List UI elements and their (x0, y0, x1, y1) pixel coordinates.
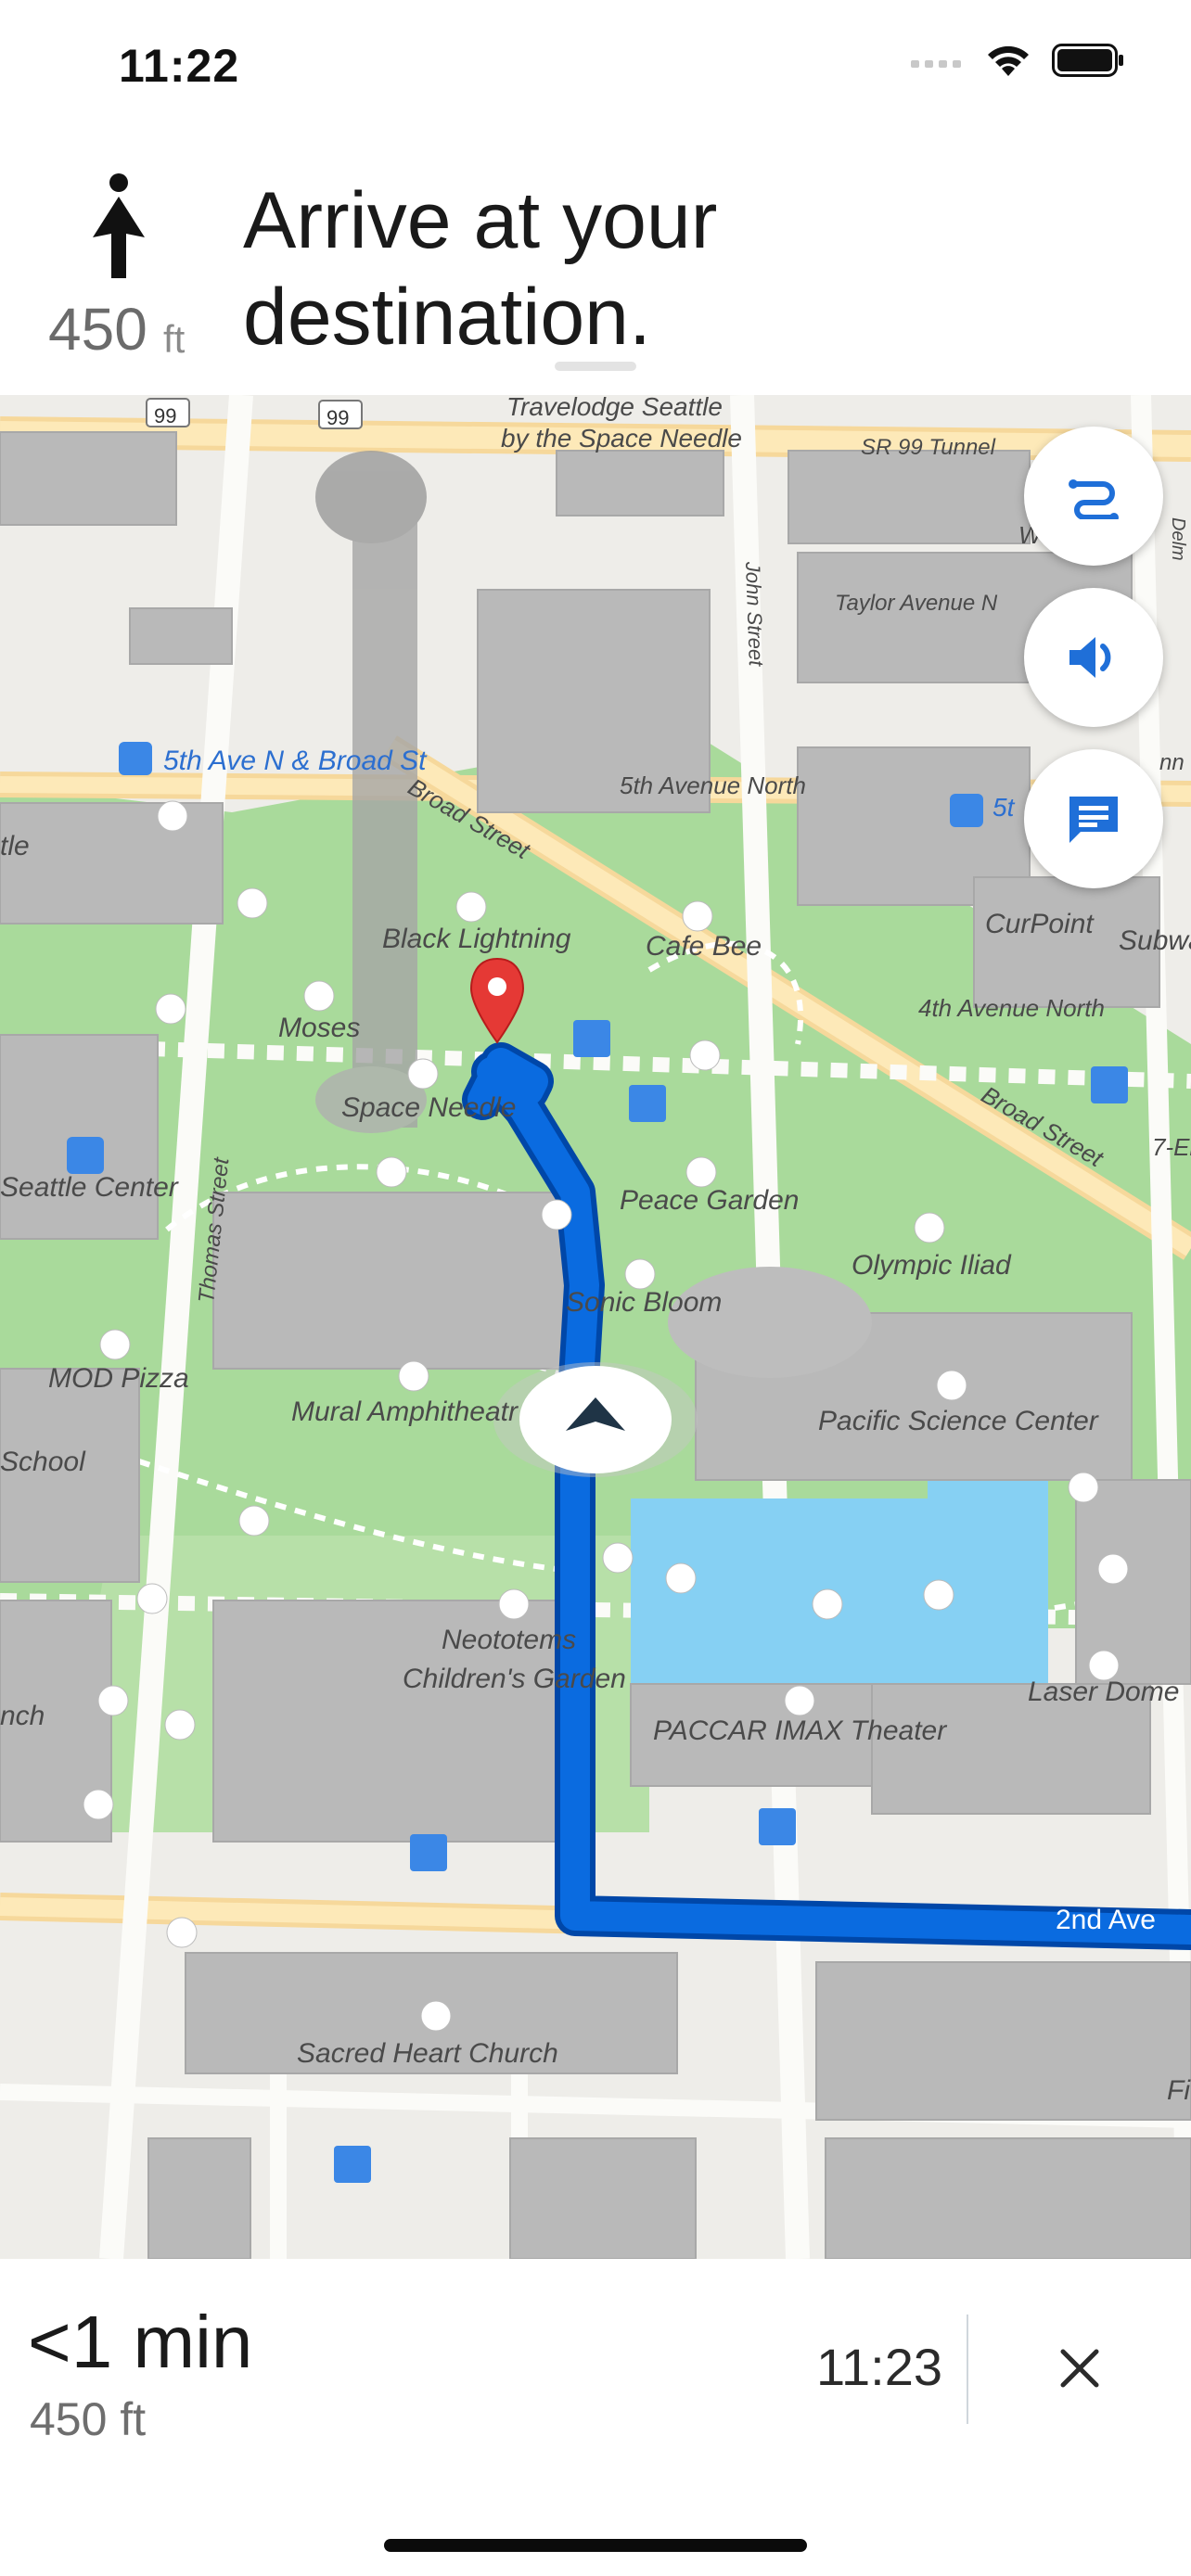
label-sacred: Sacred Heart Church (297, 2038, 558, 2069)
status-time: 11:22 (119, 40, 240, 92)
eta-distance: 450 ft (30, 2393, 147, 2445)
hwy-label-b: 99 (327, 406, 349, 429)
route-overview-icon (1069, 479, 1119, 519)
close-icon (1060, 2349, 1099, 2388)
label-edge-delm: Delm (1168, 517, 1188, 561)
label-cafe-bee: Cafe Bee (646, 931, 762, 962)
label-travelodge-2: by the Space Needle (501, 424, 742, 453)
eta-duration: <1 min (28, 2301, 253, 2383)
label-sr99: SR 99 Tunnel (861, 435, 996, 460)
battery-icon (1052, 44, 1123, 77)
current-location-puck (493, 1362, 698, 1477)
label-fourth-ave: 4th Avenue North (918, 994, 1105, 1022)
speaker-icon (1069, 637, 1111, 678)
status-icons (911, 43, 1126, 78)
map-view[interactable]: 99 99 Travelodge Seattle by the Space Ne… (0, 395, 1191, 2259)
end-navigation-button[interactable] (1041, 2329, 1119, 2407)
label-edge-fi: Fi (1167, 2075, 1191, 2106)
label-john: John Street (741, 560, 768, 667)
water-feature (631, 1480, 1048, 1702)
label-space-needle: Space Needle (341, 1092, 516, 1123)
route-overview-button[interactable] (1024, 427, 1163, 566)
label-edge-7e: 7-El (1152, 1133, 1191, 1161)
label-edge-nn: nn (1159, 750, 1185, 775)
label-mural: Mural Amphitheatr (291, 1396, 519, 1427)
map-canvas[interactable]: 99 99 Travelodge Seattle by the Space Ne… (0, 395, 1191, 2259)
label-sonic-bloom: Sonic Bloom (566, 1287, 722, 1318)
maneuver-distance-value: 450 (48, 296, 147, 363)
label-moses: Moses (278, 1013, 360, 1043)
building-round (668, 1267, 872, 1378)
maneuver-distance-unit: ft (163, 317, 186, 361)
audio-button[interactable] (1024, 588, 1163, 727)
label-edge-tle: tle (0, 831, 30, 861)
label-black-lightning: Black Lightning (382, 924, 571, 954)
label-olympic: Olympic Iliad (852, 1250, 1012, 1281)
label-edge-nch: nch (0, 1701, 45, 1731)
label-seattle-center: Seattle Center (0, 1172, 179, 1203)
label-subway: Subwa (1119, 925, 1191, 956)
label-edge-5t: 5t (992, 793, 1016, 822)
status-bar: 11:22 (0, 0, 1191, 139)
label-neototems-2: Children's Garden (403, 1664, 626, 1694)
label-paccar: PACCAR IMAX Theater (653, 1715, 947, 1746)
label-taylor: Taylor Avenue N (835, 591, 998, 616)
home-indicator[interactable] (384, 2539, 807, 2552)
banner-grabber[interactable] (555, 362, 636, 371)
chat-report-icon (1069, 797, 1118, 843)
wifi-icon (988, 45, 1029, 76)
cellular-signal-icon (911, 60, 961, 68)
label-travelodge-1: Travelodge Seattle (506, 395, 723, 421)
label-fifth-ave: 5th Avenue North (620, 772, 806, 799)
label-second-ave: 2nd Ave (1056, 1905, 1156, 1935)
arrival-time: 11:23 (816, 2338, 942, 2396)
panel-divider (967, 2315, 968, 2424)
label-curpoint: CurPoint (985, 909, 1095, 939)
walk-straight-arrow-icon (93, 173, 145, 278)
label-mod-pizza: MOD Pizza (48, 1363, 189, 1394)
label-neototems-1: Neototems (442, 1625, 576, 1655)
label-peace-garden: Peace Garden (620, 1185, 799, 1216)
hwy-label-a: 99 (154, 404, 176, 427)
report-button[interactable] (1024, 749, 1163, 888)
maneuver-instruction: Arrive at your destination. (243, 176, 718, 362)
label-school: School (0, 1447, 86, 1477)
label-laser: Laser Dome (1028, 1677, 1179, 1707)
label-fifth-broad: 5th Ave N & Broad St (163, 746, 428, 776)
label-pacific: Pacific Science Center (818, 1406, 1099, 1436)
